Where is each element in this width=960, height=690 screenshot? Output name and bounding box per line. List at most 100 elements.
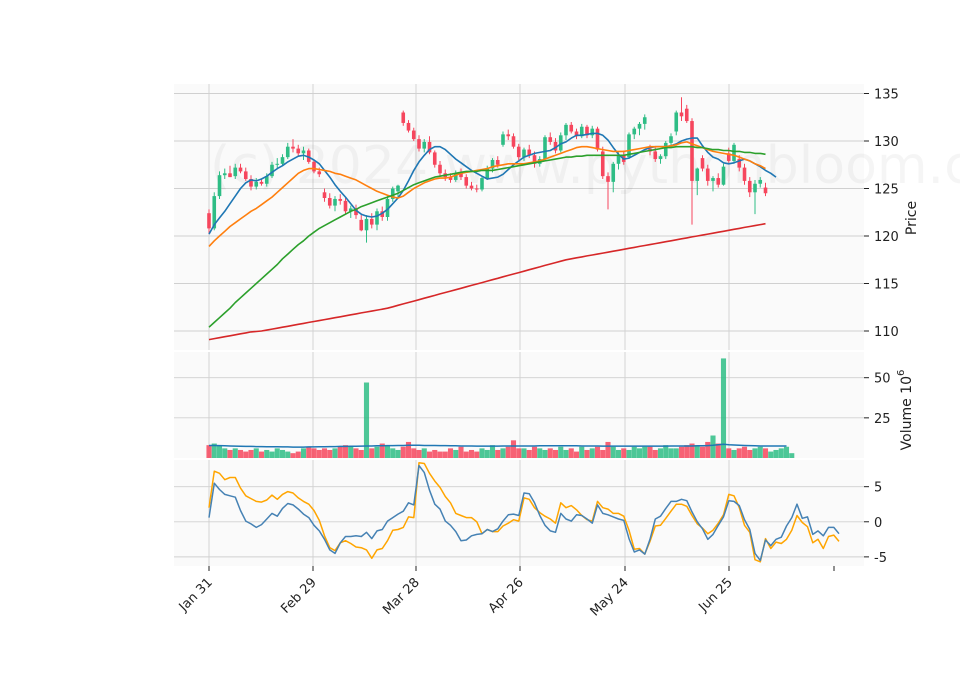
volume-bar [568, 448, 574, 458]
oscillator-axis-tick-label: -5 [874, 551, 887, 566]
candle-down [690, 121, 694, 181]
volume-bar [589, 448, 595, 458]
volume-bar [348, 446, 354, 458]
candle-up [222, 173, 227, 176]
candle-up [543, 137, 547, 160]
volume-bar [584, 449, 590, 458]
volume-bar [789, 453, 795, 458]
volume-bar [558, 446, 564, 458]
volume-bar [285, 451, 291, 458]
volume-bar [253, 448, 259, 458]
candle-down [317, 171, 322, 175]
volume-bar [474, 451, 480, 458]
volume-bar [747, 449, 753, 458]
chart-canvas: (c) 2024 www.pythonbloom.com 110 115 120 12… [174, 84, 960, 619]
volume-bar [453, 449, 459, 458]
oscillator-axis-tick-label: 5 [874, 481, 882, 496]
candle-down [238, 167, 243, 172]
candle-down [653, 151, 658, 160]
volume-bar [264, 449, 270, 458]
volume-bar [295, 451, 301, 458]
candle-up [658, 156, 663, 160]
volume-bar [337, 446, 343, 458]
volume-bar [248, 449, 254, 458]
volume-bar [458, 446, 464, 458]
candle-down [338, 198, 343, 201]
volume-bar [316, 449, 322, 458]
volume-bar [463, 451, 469, 458]
volume-bar [232, 448, 238, 458]
candle-up [333, 198, 337, 206]
volume-bar [668, 448, 674, 458]
candle-up [611, 163, 616, 182]
volume-bar [720, 358, 727, 458]
volume-bar [227, 449, 233, 458]
volume-bar [626, 449, 632, 458]
volume-bar [531, 446, 538, 458]
volume-bar [715, 443, 721, 458]
candle-down [569, 124, 574, 132]
volume-bar [636, 448, 643, 458]
candle-up [695, 168, 700, 181]
volume-bar [726, 448, 732, 458]
volume-bar [274, 448, 280, 458]
volume-bar [353, 448, 359, 458]
candle-up [280, 157, 285, 164]
candle-down [742, 167, 747, 181]
x-axis-tick-label: Jan 31 [176, 575, 216, 615]
volume-bar [426, 451, 433, 458]
volume-bar [447, 448, 454, 458]
price-axis-tick-label: 125 [874, 183, 899, 198]
volume-bar [642, 446, 648, 458]
volume-bar [663, 445, 669, 458]
volume-bar [421, 448, 427, 458]
candle-down [595, 128, 600, 150]
volume-bar [783, 446, 790, 458]
candle-up [732, 144, 736, 161]
volume-bar [652, 449, 658, 458]
volume-bar [369, 448, 375, 458]
candle-up [632, 128, 637, 135]
volume-bar [411, 448, 417, 458]
candle-down [469, 185, 474, 189]
candle-up [616, 155, 621, 164]
price-axis-tick-label: 120 [874, 230, 899, 245]
candle-up [480, 178, 484, 190]
volume-bar [505, 446, 511, 458]
volume-axis-tick-label: 50 [874, 372, 891, 387]
price-axis-tick-label: 115 [874, 278, 899, 293]
volume-bar [279, 449, 286, 458]
volume-bar [258, 451, 265, 458]
volume-bar [510, 440, 517, 458]
volume-bar [768, 451, 774, 458]
candle-up [275, 163, 280, 165]
volume-bar [521, 448, 527, 458]
candle-up [422, 141, 427, 149]
volume-bar [547, 448, 553, 458]
volume-bar [479, 448, 485, 458]
volume-bar [495, 449, 501, 458]
candle-down [406, 122, 411, 131]
volume-bar [699, 446, 706, 458]
candle-down [327, 198, 332, 206]
volume-bar [621, 448, 627, 458]
volume-bar [206, 445, 212, 458]
volume-axis-tick-label: 25 [874, 412, 891, 427]
volume-bar [552, 449, 559, 458]
candle-down [474, 188, 479, 190]
volume-bar [290, 453, 296, 458]
volume-bar [237, 449, 244, 458]
x-axis-tick-label: May 24 [588, 575, 632, 619]
volume-bar [684, 445, 690, 458]
watermark: (c) 2024 www.pythonbloom.com [210, 136, 960, 196]
candle-down [684, 108, 689, 122]
candle-down [228, 173, 232, 178]
candle-down [716, 178, 721, 185]
candle-down [322, 192, 327, 198]
volume-bar [678, 446, 685, 458]
candle-down [438, 164, 442, 174]
candle-down [207, 213, 211, 229]
volume-bar [710, 435, 716, 458]
candle-down [401, 112, 406, 123]
volume-bar [694, 445, 700, 458]
